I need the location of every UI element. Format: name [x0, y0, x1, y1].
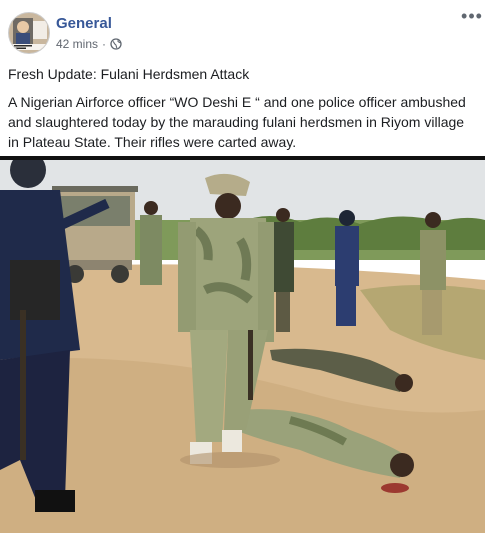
meta-separator: · — [102, 37, 107, 51]
post-meta: 42 mins · — [56, 37, 122, 51]
facebook-post: General 42 mins · ••• Fresh Update: Fula… — [0, 0, 485, 533]
post-text: Fresh Update: Fulani Herdsmen Attack A N… — [8, 64, 478, 152]
avatar-image — [9, 13, 49, 53]
avatar[interactable] — [8, 12, 50, 54]
author-name[interactable]: General — [56, 15, 112, 32]
post-title: Fresh Update: Fulani Herdsmen Attack — [8, 66, 250, 82]
scene-image — [0, 160, 485, 533]
post-body: A Nigerian Airforce officer “WO Deshi E … — [8, 94, 466, 150]
post-photo[interactable] — [0, 156, 485, 533]
post-time[interactable]: 42 mins — [56, 37, 98, 51]
globe-icon[interactable] — [110, 38, 122, 50]
more-options-icon[interactable]: ••• — [459, 7, 485, 30]
